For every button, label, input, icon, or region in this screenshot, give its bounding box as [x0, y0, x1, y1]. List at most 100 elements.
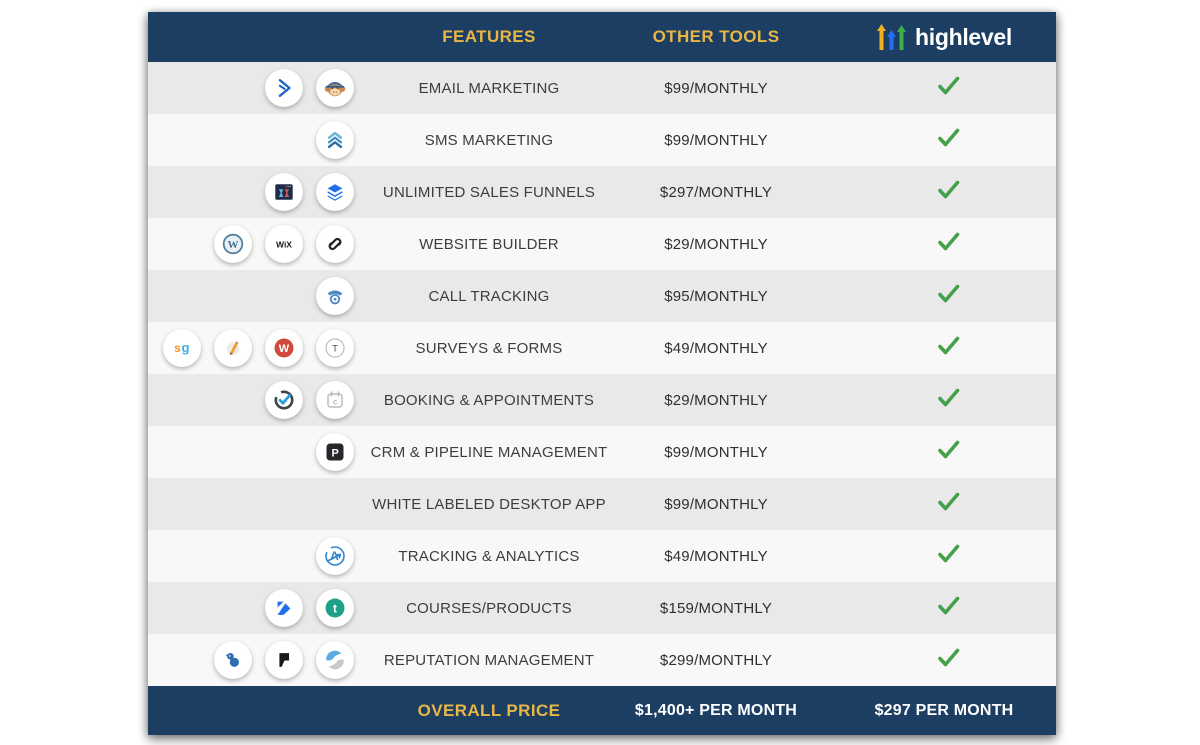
sms-chevrons-icon: [316, 121, 354, 159]
wordpress-icon: W: [214, 225, 252, 263]
table-row: EMAIL MARKETING $99/MONTHLY: [148, 62, 1056, 114]
svg-text:s: s: [174, 341, 181, 355]
other-tools-price: $49/MONTHLY: [664, 547, 768, 565]
feature-label: BOOKING & APPOINTMENTS: [383, 391, 595, 409]
feature-label: WEBSITE BUILDER: [419, 235, 559, 253]
other-tools-price: $299/MONTHLY: [659, 651, 773, 669]
mailchimp-icon: [316, 69, 354, 107]
wix-icon: WiX: [265, 225, 303, 263]
tool-icons-cell: A: [148, 537, 360, 575]
phone-dial-icon: [316, 277, 354, 315]
podium-flag-icon: [265, 641, 303, 679]
layers-icon: [316, 173, 354, 211]
table-row: t COURSES/PRODUCTS $159/MONTHLY: [148, 582, 1056, 634]
checkmark-icon: [936, 76, 961, 100]
table-row: s g W T SURVEYS & FORMS $49/MONTHLY: [148, 322, 1056, 374]
highlevel-included-cell: [814, 491, 1056, 517]
tool-icons-cell: W WiX: [148, 225, 360, 263]
other-tools-price: $29/MONTHLY: [664, 235, 768, 253]
page: FEATURES OTHER TOOLS highlevel EMAIL MAR…: [0, 0, 1200, 745]
feature-label: SMS MARKETING: [424, 131, 554, 149]
svg-text:g: g: [182, 340, 190, 355]
checkmark-icon: [936, 388, 961, 412]
table-row: CALL TRACKING $95/MONTHLY: [148, 270, 1056, 322]
table-row: SMS MARKETING $99/MONTHLY: [148, 114, 1056, 166]
checkmark-icon: [936, 336, 961, 360]
feature-label: TRACKING & ANALYTICS: [398, 547, 580, 565]
feature-label: CALL TRACKING: [428, 287, 550, 305]
tool-icons-cell: [148, 641, 360, 679]
highlevel-included-cell: [814, 179, 1056, 205]
tool-icons-cell: [148, 173, 360, 211]
analytics-a-icon: A: [316, 537, 354, 575]
overall-price-label: OVERALL PRICE: [417, 700, 561, 720]
svg-text:T: T: [332, 344, 338, 355]
other-tools-price: $99/MONTHLY: [664, 131, 768, 149]
birdeye-icon: [214, 641, 252, 679]
tool-icons-cell: c: [148, 381, 360, 419]
table-row: A TRACKING & ANALYTICS $49/MONTHLY: [148, 530, 1056, 582]
highlevel-included-cell: [814, 543, 1056, 569]
svg-text:WiX: WiX: [276, 240, 292, 250]
comparison-table: FEATURES OTHER TOOLS highlevel EMAIL MAR…: [148, 12, 1056, 735]
other-tools-price: $95/MONTHLY: [664, 287, 768, 305]
wufoo-icon: W: [265, 329, 303, 367]
highlevel-total: $297 PER MONTH: [874, 701, 1014, 719]
svg-text:t: t: [333, 602, 337, 616]
table-row: UNLIMITED SALES FUNNELS $297/MONTHLY: [148, 166, 1056, 218]
svg-text:W: W: [279, 343, 290, 355]
tool-icons-cell: [148, 69, 360, 107]
activecampaign-icon: [265, 69, 303, 107]
highlevel-included-cell: [814, 127, 1056, 153]
feature-label: EMAIL MARKETING: [418, 79, 560, 97]
pipedrive-icon: P: [316, 433, 354, 471]
highlevel-included-cell: [814, 647, 1056, 673]
squarespace-icon: [316, 225, 354, 263]
highlevel-logo-icon: [877, 24, 906, 50]
table-header: FEATURES OTHER TOOLS highlevel: [148, 12, 1056, 62]
table-rows: EMAIL MARKETING $99/MONTHLY SMS MARKETING $…: [148, 62, 1056, 686]
pencil-icon: [214, 329, 252, 367]
table-row: c BOOKING & APPOINTMENTS $29/MONTHLY: [148, 374, 1056, 426]
highlevel-brand: highlevel: [814, 22, 1056, 52]
tool-icons-cell: P: [148, 433, 360, 471]
calendar-icon: c: [316, 381, 354, 419]
checkmark-icon: [936, 492, 961, 516]
highlevel-included-cell: [814, 75, 1056, 101]
svg-text:W: W: [228, 239, 239, 251]
checkmark-icon: [936, 180, 961, 204]
feature-label: COURSES/PRODUCTS: [406, 599, 572, 617]
other-tools-price: $29/MONTHLY: [664, 391, 768, 409]
surveygizmo-icon: sg: [163, 329, 201, 367]
checkmark-icon: [936, 648, 961, 672]
tool-icons-cell: [148, 277, 360, 315]
tool-icons-cell: t: [148, 589, 360, 627]
highlevel-included-cell: [814, 283, 1056, 309]
teachable-icon: t: [316, 589, 354, 627]
feature-label: WHITE LABELED DESKTOP APP: [372, 495, 606, 513]
svg-text:c: c: [333, 398, 337, 407]
other-tools-price: $49/MONTHLY: [664, 339, 768, 357]
other-tools-price: $99/MONTHLY: [664, 443, 768, 461]
checkmark-icon: [936, 544, 961, 568]
feature-label: UNLIMITED SALES FUNNELS: [382, 183, 596, 201]
feature-label: REPUTATION MANAGEMENT: [383, 651, 595, 669]
swirl-icon: [316, 641, 354, 679]
checkmark-icon: [936, 128, 961, 152]
kajabi-icon: [265, 589, 303, 627]
table-row: W WiX WEBSITE BUILDER $29/MONTHLY: [148, 218, 1056, 270]
feature-label: SURVEYS & FORMS: [415, 339, 563, 357]
clickfunnels-icon: [265, 173, 303, 211]
typeform-icon: T: [316, 329, 354, 367]
highlevel-included-cell: [814, 335, 1056, 361]
other-tools-price: $99/MONTHLY: [664, 79, 768, 97]
other-tools-column-header: OTHER TOOLS: [652, 27, 780, 46]
features-column-header: FEATURES: [442, 27, 536, 46]
other-tools-price: $99/MONTHLY: [664, 495, 768, 513]
highlevel-included-cell: [814, 439, 1056, 465]
checkmark-icon: [936, 440, 961, 464]
check-circle-icon: [265, 381, 303, 419]
tool-icons-cell: [148, 121, 360, 159]
highlevel-included-cell: [814, 595, 1056, 621]
checkmark-icon: [936, 232, 961, 256]
